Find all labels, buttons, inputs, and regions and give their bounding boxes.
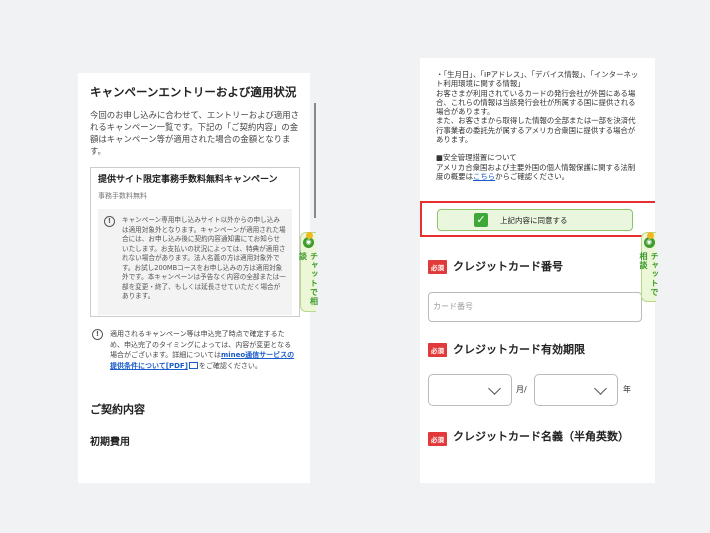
info-icon: ! <box>104 216 115 227</box>
chat-icon: ◉ <box>643 232 655 248</box>
terms-text: ・「生月日」、「IPアドレス」、「デバイス情報」、「インターネット利用環境に関す… <box>436 70 641 181</box>
card-number-input[interactable]: カード番号 <box>428 292 642 322</box>
checkbox-checked-icon[interactable]: ✓ <box>474 213 488 227</box>
expiry-year-select[interactable] <box>534 374 618 406</box>
card-number-label: クレジットカード番号 <box>453 260 563 273</box>
scrollbar[interactable] <box>314 103 316 218</box>
campaign-subtitle: 事務手数料無料 <box>98 192 147 200</box>
agree-label: 上記内容に同意する <box>500 215 568 225</box>
agree-highlight: ✓ 上記内容に同意する <box>420 201 655 237</box>
payment-panel: ・「生月日」、「IPアドレス」、「デバイス情報」、「インターネット利用環境に関す… <box>420 58 655 483</box>
month-unit: 月/ <box>516 385 527 394</box>
expiry-label: クレジットカード有効期限 <box>453 343 585 356</box>
initial-cost-title: 初期費用 <box>90 437 130 448</box>
expiry-label-row: 必須 クレジットカード有効期限 <box>428 343 585 357</box>
required-badge: 必須 <box>428 432 447 446</box>
chevron-down-icon <box>488 382 501 395</box>
agree-checkbox-button[interactable]: ✓ 上記内容に同意する <box>437 209 633 231</box>
chat-tab-label: チャットで相談 <box>639 252 659 297</box>
chat-tab-label: チャットで相談 <box>298 252 319 306</box>
external-window-icon <box>188 362 198 369</box>
info-icon: ! <box>92 329 103 340</box>
info-text-after: をご確認ください。 <box>198 361 262 370</box>
card-name-label: クレジットカード名義（半角英数） <box>453 430 629 443</box>
chevron-down-icon <box>594 382 607 395</box>
campaign-description: 今回のお申し込みに合わせて、エントリーおよび適用されるキャンペーン一覧です。下記… <box>90 110 299 156</box>
campaign-notice: ! キャンペーン専用申し込みサイト以外からの申し込みは適用対象外となります。キャ… <box>98 209 292 315</box>
campaign-title: 提供サイト限定事務手数料無料キャンペーン <box>98 175 278 185</box>
campaign-section-title: キャンペーンエントリーおよび適用状況 <box>90 85 297 99</box>
campaign-info-note: ! 適用されるキャンペーン等は申込完了時点で確定するため、申込完了のタイミングに… <box>90 329 300 371</box>
terms-line: ・「生月日」、「IPアドレス」、「デバイス情報」、「インターネット利用環境に関す… <box>436 70 639 89</box>
campaign-panel: キャンペーンエントリーおよび適用状況 今回のお申し込みに合わせて、エントリーおよ… <box>78 73 310 483</box>
chat-icon: ◉ <box>303 232 314 248</box>
required-badge: 必須 <box>428 260 447 274</box>
required-badge: 必須 <box>428 343 447 357</box>
year-unit: 年 <box>623 385 631 394</box>
chat-consult-tab[interactable]: ◉ チャットで相談 <box>299 232 319 312</box>
security-info-link[interactable]: こちら <box>473 172 495 181</box>
chat-consult-tab[interactable]: ◉ チャットで相談 <box>639 232 659 302</box>
security-title: ■安全管理措置について <box>436 153 517 163</box>
card-name-label-row: 必須 クレジットカード名義（半角英数） <box>428 430 642 446</box>
security-text-after: からご確認ください。 <box>495 171 570 181</box>
campaign-notice-text: キャンペーン専用申し込みサイト以外からの申し込みは適用対象外となります。キャンペ… <box>122 216 286 300</box>
contract-section-title: ご契約内容 <box>90 403 145 416</box>
terms-line: お客さまが利用されているカードの発行会社が外国にある場合、これらの情報は当該発行… <box>436 88 636 117</box>
expiry-month-select[interactable] <box>428 374 512 406</box>
campaign-card: 提供サイト限定事務手数料無料キャンペーン 事務手数料無料 ! キャンペーン専用申… <box>90 167 300 317</box>
card-number-label-row: 必須 クレジットカード番号 <box>428 260 563 274</box>
terms-line: また、お客さまから取得した情報の全部または一部を決済代行事業者の委託先が属するア… <box>436 116 636 145</box>
